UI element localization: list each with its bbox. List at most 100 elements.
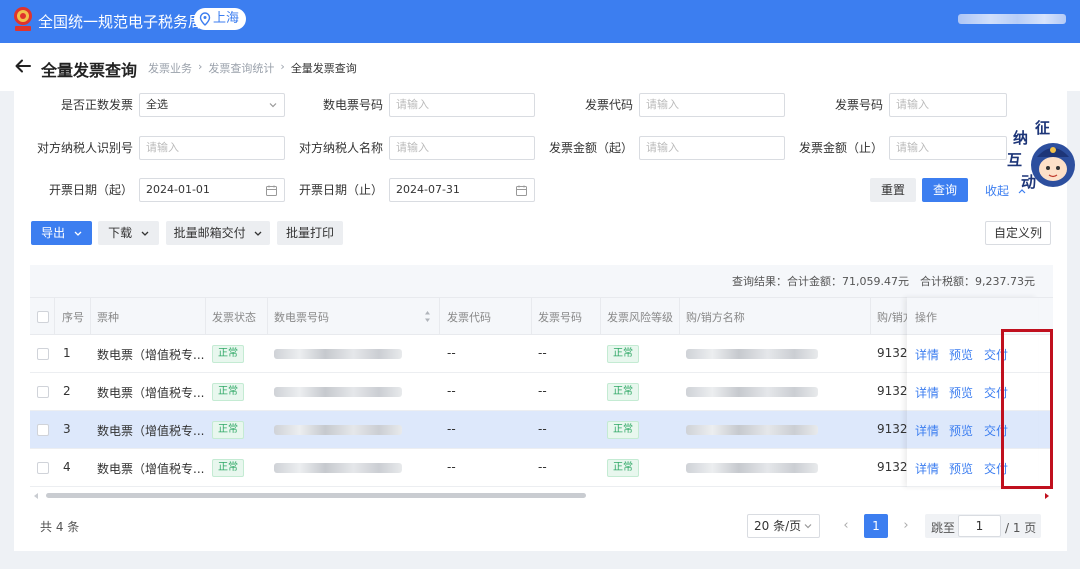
official-invoice-label: 是否正数发票 (60, 98, 133, 112)
row-index: 3 (63, 422, 71, 436)
row-checkbox[interactable] (37, 386, 49, 398)
export-button[interactable]: 导出 (31, 221, 92, 245)
mascot-icon[interactable]: 征 纳 互 动 (1001, 113, 1080, 193)
detail-link[interactable]: 详情 (915, 384, 939, 401)
preview-link[interactable]: 预览 (949, 422, 973, 439)
table-row: 1 数电票（增值税专... 正常 -- -- 正常 9132040457 (30, 335, 1053, 373)
query-button[interactable]: 查询 (922, 178, 968, 202)
table-header: 序号 票种 发票状态 数电票号码 发票代码 发票号码 发票风险等级 购/销方名称… (30, 297, 1053, 336)
einvoice-number-blurred (274, 387, 402, 397)
page-size-select[interactable]: 20 条/页 (747, 514, 820, 538)
row-index: 4 (63, 460, 71, 474)
date-from-picker[interactable]: 2024-01-01 (139, 178, 285, 202)
top-bar: 全国统一规范电子税务局 上海 (0, 0, 1080, 43)
summary-bar: 查询结果：合计金额：71,059.47元 合计税额：9,237.73元 (30, 265, 1053, 297)
amount-from-input[interactable]: 请输入 (639, 136, 785, 160)
row-invoice-number: -- (538, 384, 547, 398)
amount-to-input[interactable]: 请输入 (889, 136, 1007, 160)
party-name-blurred (686, 387, 818, 397)
export-label: 导出 (41, 226, 66, 240)
counterparty-name-label: 对方纳税人名称 (298, 141, 383, 155)
column-divider (205, 298, 206, 336)
column-divider (531, 298, 532, 336)
next-page-button[interactable]: › (894, 514, 918, 538)
back-arrow-icon[interactable] (14, 57, 32, 75)
row-invoice-type: 数电票（增值税专... (97, 424, 205, 438)
jump-label: 跳至 (931, 521, 956, 535)
reset-button[interactable]: 重置 (870, 178, 916, 202)
column-header-operations: 操作 (915, 311, 937, 324)
column-divider (439, 298, 440, 336)
preview-link[interactable]: 预览 (949, 384, 973, 401)
einvoice-number-label: 数电票号码 (322, 98, 383, 112)
prev-page-button[interactable]: ‹ (834, 514, 858, 538)
download-button[interactable]: 下载 (98, 221, 159, 245)
chevron-down-icon (254, 231, 262, 236)
row-invoice-code: -- (447, 422, 456, 436)
batch-print-button[interactable]: 批量打印 (277, 221, 343, 245)
scroll-right-icon[interactable] (1044, 493, 1049, 499)
row-checkbox[interactable] (37, 462, 49, 474)
scroll-left-icon[interactable] (34, 493, 39, 499)
risk-level-badge: 正常 (607, 421, 639, 439)
counterparty-tax-id-input[interactable]: 请输入 (139, 136, 285, 160)
breadcrumb-item-query-stats[interactable]: 发票查询统计 (208, 60, 274, 76)
batch-email-deliver-button[interactable]: 批量邮箱交付 (166, 221, 270, 245)
page-jump: 跳至 1 / 1 页 (925, 514, 1041, 538)
jump-page-input[interactable]: 1 (958, 515, 1001, 537)
detail-link[interactable]: 详情 (915, 346, 939, 363)
calendar-icon (516, 185, 527, 196)
scrollbar-thumb[interactable] (46, 493, 586, 498)
preview-link[interactable]: 预览 (949, 460, 973, 477)
date-to-value: 2024-07-31 (396, 183, 460, 196)
row-index: 1 (63, 346, 71, 360)
party-name-blurred (686, 425, 818, 435)
column-divider (267, 298, 268, 336)
amount-to-label: 发票金额（止） (798, 141, 883, 155)
invoice-number-input[interactable]: 请输入 (889, 93, 1007, 117)
row-checkbox[interactable] (37, 424, 49, 436)
page-title: 全量发票查询 (41, 61, 138, 80)
table-row: 3 数电票（增值税专... 正常 -- -- 正常 9132040457 (30, 411, 1053, 449)
chevron-down-icon (804, 524, 812, 529)
row-invoice-code: -- (447, 460, 456, 474)
select-all-checkbox[interactable] (37, 311, 49, 323)
mascot-char-1: 征 (1035, 119, 1050, 137)
total-pages: / 1 页 (1005, 521, 1037, 535)
row-invoice-number: -- (538, 460, 547, 474)
breadcrumb-item-current: 全量发票查询 (290, 62, 357, 75)
date-to-picker[interactable]: 2024-07-31 (389, 178, 535, 202)
counterparty-name-input[interactable]: 请输入 (389, 136, 535, 160)
detail-link[interactable]: 详情 (915, 460, 939, 477)
column-divider (600, 298, 601, 336)
row-invoice-number: -- (538, 346, 547, 360)
breadcrumb-separator: › (280, 60, 285, 73)
preview-link[interactable]: 预览 (949, 346, 973, 363)
total-count: 共 4 条 (40, 520, 80, 534)
risk-level-badge: 正常 (607, 383, 639, 401)
einvoice-number-input[interactable]: 请输入 (389, 93, 535, 117)
row-invoice-type: 数电票（增值税专... (97, 348, 205, 362)
breadcrumb-separator: › (198, 60, 203, 73)
chevron-down-icon (74, 231, 82, 236)
user-info-blurred[interactable] (958, 14, 1066, 24)
region-selector[interactable]: 上海 (194, 8, 247, 30)
amount-from-label: 发票金额（起） (548, 141, 633, 155)
custom-columns-button[interactable]: 自定义列 (985, 221, 1051, 245)
page-size-value: 20 条/页 (754, 519, 802, 533)
sort-icon[interactable] (424, 310, 431, 323)
horizontal-scrollbar[interactable] (30, 490, 1053, 500)
column-header-type: 票种 (97, 311, 119, 324)
date-from-label: 开票日期（起） (48, 183, 133, 197)
invoice-code-input[interactable]: 请输入 (639, 93, 785, 117)
chevron-down-icon (141, 231, 149, 236)
column-divider (54, 298, 55, 336)
detail-link[interactable]: 详情 (915, 422, 939, 439)
breadcrumb-item-invoice-business[interactable]: 发票业务 (148, 60, 192, 76)
column-header-status: 发票状态 (212, 311, 256, 324)
official-invoice-select[interactable]: 全选 (139, 93, 285, 117)
page-1-button[interactable]: 1 (864, 514, 888, 538)
row-checkbox[interactable] (37, 348, 49, 360)
column-header-einvoice-number[interactable]: 数电票号码 (274, 309, 329, 325)
column-header-party-name: 购/销方名称 (686, 311, 745, 324)
